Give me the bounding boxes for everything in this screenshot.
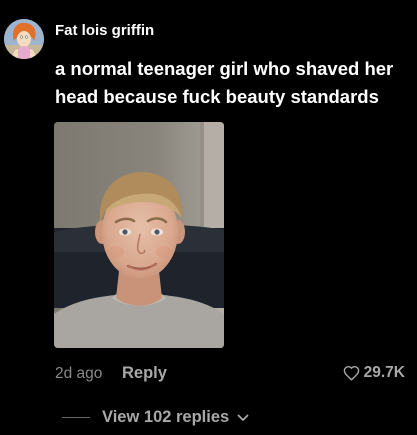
avatar-cartoon-icon bbox=[4, 19, 44, 59]
heart-outline-icon bbox=[343, 365, 360, 381]
view-replies-button[interactable]: View 102 replies bbox=[62, 408, 249, 427]
username-link[interactable]: Fat lois griffin bbox=[55, 22, 154, 39]
like-count: 29.7K bbox=[363, 364, 405, 381]
selfie-photo bbox=[54, 122, 224, 348]
comment-image[interactable] bbox=[54, 122, 224, 348]
comment-text: a normal teenager girl who shaved her he… bbox=[55, 58, 394, 107]
like-button[interactable]: 29.7K bbox=[343, 364, 405, 382]
replies-divider-line bbox=[62, 417, 90, 418]
comment-timestamp: 2d ago bbox=[55, 365, 103, 382]
avatar[interactable] bbox=[4, 19, 44, 59]
reply-button[interactable]: Reply bbox=[122, 364, 167, 383]
comment-meta-row: 2d ago Reply 29.7K bbox=[55, 364, 410, 386]
chevron-down-icon bbox=[237, 414, 249, 422]
comment-item: Fat lois griffin a normal teenager girl … bbox=[0, 0, 417, 435]
view-replies-label: View 102 replies bbox=[102, 408, 230, 426]
